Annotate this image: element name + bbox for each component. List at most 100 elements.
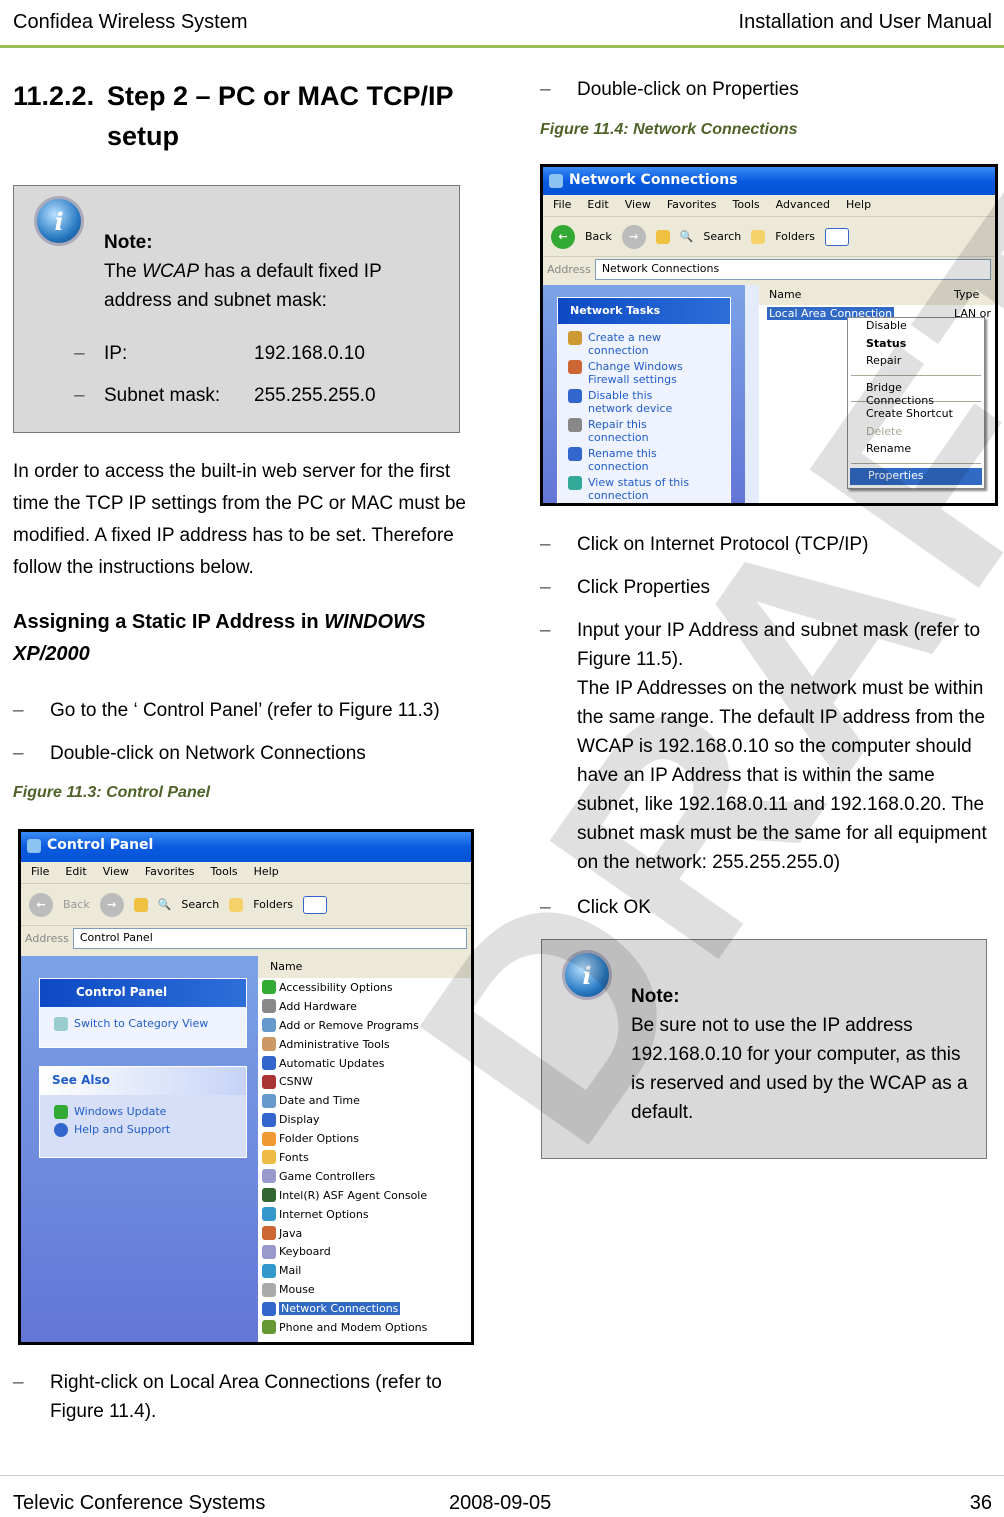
menu-bridge-connections[interactable]: Bridge Connections <box>848 380 984 407</box>
address-field[interactable]: Network Connections <box>594 258 991 280</box>
applet-icon <box>262 980 276 995</box>
address-bar: Address Network Connections <box>543 257 995 281</box>
forward-arrow-icon[interactable]: → <box>99 892 124 917</box>
menu-help[interactable]: Help <box>846 198 871 213</box>
address-bar: Address Control Panel <box>21 926 471 950</box>
window-title: Control Panel <box>21 832 471 862</box>
control-panel-item[interactable]: Mouse <box>258 1280 471 1299</box>
figure-caption-11-3: Figure 11.3: Control Panel <box>13 784 211 801</box>
network-task-link[interactable]: View status of this connection <box>568 476 720 502</box>
menu-properties[interactable]: Properties <box>850 467 982 485</box>
menu-favorites[interactable]: Favorites <box>667 198 717 213</box>
subheading: Assigning a Static IP Address in WINDOWS… <box>13 611 426 665</box>
views-icon[interactable] <box>824 227 849 246</box>
step-item: – Right-click on Local Area Connections (… <box>13 1372 442 1422</box>
back-arrow-icon[interactable]: ← <box>29 892 53 917</box>
network-task-link[interactable]: Disable this network device <box>568 389 720 415</box>
control-panel-item[interactable]: Automatic Updates <box>258 1054 471 1073</box>
address-field[interactable]: Control Panel <box>72 927 467 949</box>
menu-bar: File Edit View Favorites Tools Advanced … <box>543 195 995 217</box>
menu-file[interactable]: File <box>553 198 571 213</box>
control-panel-item[interactable]: Internet Options <box>258 1205 471 1224</box>
control-panel-item[interactable]: Display <box>258 1110 471 1129</box>
switch-category-link[interactable]: Switch to Category View <box>54 1017 232 1031</box>
network-task-link[interactable]: Change Windows Firewall settings <box>568 360 720 386</box>
menu-favorites[interactable]: Favorites <box>145 865 195 880</box>
search-button[interactable]: Search <box>181 898 219 911</box>
name-column-header[interactable]: Name <box>769 288 801 301</box>
applet-icon <box>262 1207 276 1222</box>
menu-create-shortcut[interactable]: Create Shortcut <box>848 406 984 424</box>
task-icon <box>568 360 582 374</box>
search-icon[interactable]: 🔍 <box>158 898 172 911</box>
control-panel-item[interactable]: Mail <box>258 1261 471 1280</box>
menu-edit[interactable]: Edit <box>65 865 86 880</box>
control-panel-item[interactable]: Java <box>258 1224 471 1243</box>
help-support-link[interactable]: Help and Support <box>54 1123 232 1137</box>
forward-arrow-icon[interactable]: → <box>621 224 646 249</box>
type-column-header[interactable]: Type <box>954 288 979 301</box>
control-panel-item[interactable]: CSNW <box>258 1072 471 1091</box>
back-button[interactable]: Back <box>585 230 612 243</box>
menu-disable[interactable]: Disable <box>848 318 984 336</box>
menu-help[interactable]: Help <box>254 865 279 880</box>
applet-icon <box>262 1244 276 1259</box>
control-panel-item[interactable]: Add Hardware <box>258 997 471 1016</box>
page-header: Confidea Wireless System Installation an… <box>0 0 1004 48</box>
network-task-link[interactable]: Repair this connection <box>568 418 720 444</box>
menu-tools[interactable]: Tools <box>211 865 238 880</box>
control-panel-item[interactable]: Network Connections <box>258 1299 471 1318</box>
network-connections-screenshot: Network Connections File Edit View Favor… <box>540 164 998 506</box>
back-arrow-icon[interactable]: ← <box>551 224 575 249</box>
menu-bar: File Edit View Favorites Tools Help <box>21 862 471 884</box>
control-panel-item[interactable]: Game Controllers <box>258 1167 471 1186</box>
menu-view[interactable]: View <box>103 865 129 880</box>
network-task-link[interactable]: Rename this connection <box>568 447 720 473</box>
control-panel-screenshot: Control Panel File Edit View Favorites T… <box>18 829 474 1345</box>
see-also-box: See Also Windows Update Help and Support <box>39 1066 247 1158</box>
up-folder-icon[interactable] <box>133 897 148 912</box>
control-panel-item[interactable]: Administrative Tools <box>258 1035 471 1054</box>
folders-icon[interactable] <box>751 229 766 244</box>
menu-repair[interactable]: Repair <box>848 353 984 371</box>
applet-icon <box>262 1169 276 1184</box>
network-task-link[interactable]: Change settings of this <box>568 505 720 506</box>
folders-button[interactable]: Folders <box>253 898 293 911</box>
control-panel-item[interactable]: Accessibility Options <box>258 978 471 997</box>
control-panel-item[interactable]: Intel(R) ASF Agent Console <box>258 1186 471 1205</box>
name-column-header[interactable]: Name <box>258 956 471 978</box>
note-text: Be sure not to use the IP address 192.16… <box>631 1015 968 1123</box>
menu-file[interactable]: File <box>31 865 49 880</box>
menu-status[interactable]: Status <box>848 336 984 354</box>
menu-edit[interactable]: Edit <box>587 198 608 213</box>
windows-update-link[interactable]: Windows Update <box>54 1105 232 1119</box>
task-icon <box>568 418 582 432</box>
toolbar: ← Back → 🔍 Search Folders <box>21 884 471 926</box>
control-panel-item[interactable]: Phone and Modem Options <box>258 1318 471 1337</box>
applet-icon <box>262 1131 276 1146</box>
address-label: Address <box>25 931 69 945</box>
control-panel-item[interactable]: Fonts <box>258 1148 471 1167</box>
control-panel-item[interactable]: Keyboard <box>258 1242 471 1261</box>
views-icon[interactable] <box>302 895 327 914</box>
folders-button[interactable]: Folders <box>775 230 815 243</box>
section-title-1: Step 2 – PC or MAC TCP/IP <box>107 81 454 111</box>
up-folder-icon[interactable] <box>655 229 670 244</box>
search-icon[interactable]: 🔍 <box>680 230 694 243</box>
divider <box>851 462 981 464</box>
search-button[interactable]: Search <box>703 230 741 243</box>
control-panel-item[interactable]: Date and Time <box>258 1091 471 1110</box>
menu-rename[interactable]: Rename <box>848 441 984 459</box>
section-title-2: setup <box>107 121 180 151</box>
menu-advanced[interactable]: Advanced <box>776 198 830 213</box>
control-panel-item[interactable]: Folder Options <box>258 1129 471 1148</box>
window-title: Network Connections <box>543 167 995 195</box>
applet-icon <box>262 1301 276 1316</box>
scrollbar[interactable] <box>745 285 759 503</box>
menu-view[interactable]: View <box>625 198 651 213</box>
network-task-link[interactable]: Create a new connection <box>568 331 720 357</box>
folders-icon[interactable] <box>229 897 244 912</box>
menu-tools[interactable]: Tools <box>733 198 760 213</box>
back-button[interactable]: Back <box>63 898 90 911</box>
control-panel-item[interactable]: Add or Remove Programs <box>258 1016 471 1035</box>
